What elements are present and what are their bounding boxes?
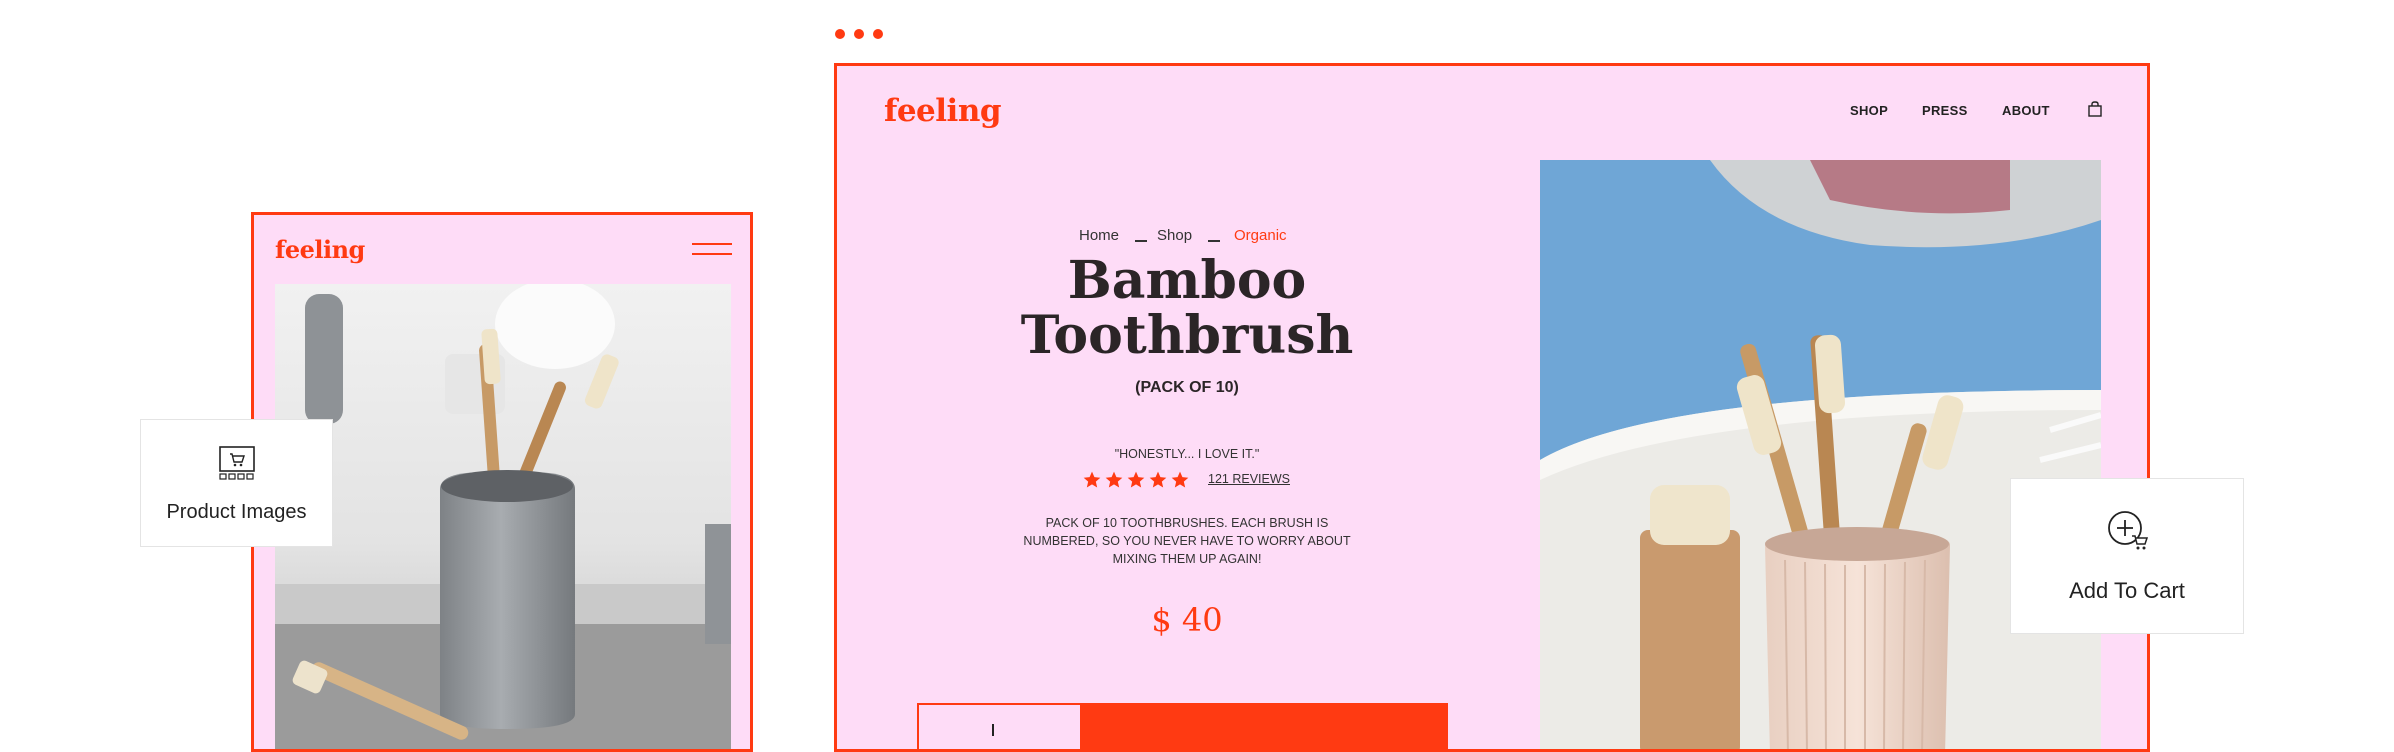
quantity-selector[interactable] (917, 703, 1082, 749)
add-to-cart-icon (2108, 511, 2149, 550)
hamburger-icon[interactable] (692, 243, 732, 257)
product-gallery-icon (219, 446, 255, 480)
desktop-product-image (1540, 160, 2101, 749)
add-to-cart-button[interactable] (1082, 703, 1448, 749)
star-icon (1105, 471, 1123, 488)
rating-stars (1082, 470, 1197, 490)
nav-about[interactable]: ABOUT (2002, 103, 2050, 118)
nav-shop[interactable]: SHOP (1850, 103, 1888, 118)
window-dot-red-2 (854, 29, 864, 39)
product-images-label: Product Images (166, 501, 307, 523)
breadcrumb-home[interactable]: Home (1079, 227, 1119, 244)
window-dot-red-3 (873, 29, 883, 39)
product-price: $ 40 (1151, 601, 1223, 639)
desktop-preview-frame: feeling SHOP PRESS ABOUT Home Shop Organ… (834, 63, 2150, 752)
breadcrumb-separator-1 (1135, 240, 1147, 242)
product-images-card[interactable]: Product Images (140, 419, 333, 547)
mobile-logo[interactable]: feeling (275, 235, 365, 264)
desktop-logo[interactable]: feeling (884, 93, 1002, 129)
product-description: PACK OF 10 TOOTHBRUSHES. EACH BRUSH IS N… (967, 514, 1407, 568)
add-to-cart-card[interactable]: Add To Cart (2010, 478, 2244, 634)
star-icon (1149, 471, 1167, 488)
quantity-glyph-icon (992, 724, 994, 736)
description-line-3: MIXING THEM UP AGAIN! (1112, 552, 1262, 566)
breadcrumb-shop[interactable]: Shop (1157, 227, 1192, 244)
review-quote: "HONESTLY... I LOVE IT." (1114, 447, 1260, 461)
product-title: Bamboo Toothbrush (967, 253, 1407, 363)
star-icon (1127, 471, 1145, 488)
star-icon (1083, 471, 1101, 488)
bag-icon[interactable] (2088, 101, 2102, 117)
breadcrumb-separator-2 (1208, 240, 1220, 242)
product-title-line-2: Toothbrush (1020, 305, 1354, 366)
description-line-1: PACK OF 10 TOOTHBRUSHES. EACH BRUSH IS (1045, 516, 1329, 530)
breadcrumb-current: Organic (1234, 227, 1287, 244)
reviews-link[interactable]: 121 REVIEWS (1208, 472, 1290, 486)
add-to-cart-label: Add To Cart (2069, 578, 2185, 603)
mobile-product-image (275, 284, 731, 749)
window-dot-red-1 (835, 29, 845, 39)
nav-press[interactable]: PRESS (1922, 103, 1968, 118)
product-title-line-1: Bamboo (1067, 250, 1307, 311)
star-icon (1171, 471, 1189, 488)
description-line-2: NUMBERED, SO YOU NEVER HAVE TO WORRY ABO… (1023, 534, 1351, 548)
product-subtitle: (PACK OF 10) (1135, 379, 1239, 396)
